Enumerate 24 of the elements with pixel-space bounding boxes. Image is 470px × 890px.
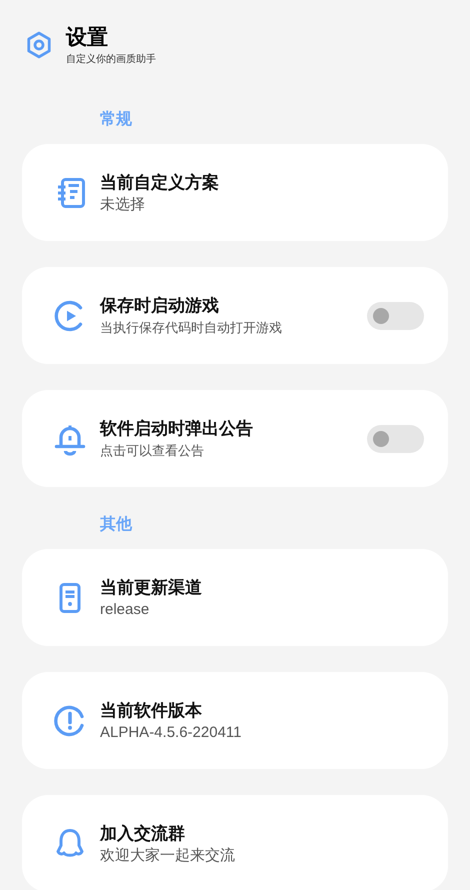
setting-title: 当前更新渠道 [100,576,203,598]
setting-card[interactable]: 当前更新渠道 release [22,549,448,646]
setting-title: 加入交流群 [100,822,186,844]
toggle-switch[interactable] [367,424,424,452]
setting-title: 软件启动时弹出公告 [100,418,254,440]
setting-description: 欢迎大家一起来交流 [100,846,236,866]
setting-description: 点击可以查看公告 [100,442,205,460]
setting-card[interactable]: 保存时启动游戏 当执行保存代码时自动打开游戏 [22,267,448,364]
setting-card[interactable]: 加入交流群 欢迎大家一起来交流 [22,795,448,890]
setting-description: release [100,600,150,620]
section-heading: 常规 [100,111,132,128]
setting-description: 当执行保存代码时自动打开游戏 [100,318,283,336]
setting-title: 当前软件版本 [100,700,203,722]
setting-card[interactable]: 软件启动时弹出公告 点击可以查看公告 [22,390,448,487]
setting-card[interactable]: 当前自定义方案 未选择 [22,144,448,241]
section-heading: 其他 [100,516,132,533]
setting-title: 保存时启动游戏 [100,294,220,316]
toggle-switch[interactable] [367,302,424,330]
setting-description: ALPHA-4.5.6-220411 [100,722,242,742]
setting-description: 未选择 [100,194,146,214]
setting-title: 当前自定义方案 [100,172,220,194]
setting-card[interactable]: 当前软件版本 ALPHA-4.5.6-220411 [22,672,448,769]
page-title: 设置 [66,25,109,51]
page-subtitle: 自定义你的画质助手 [66,52,156,67]
